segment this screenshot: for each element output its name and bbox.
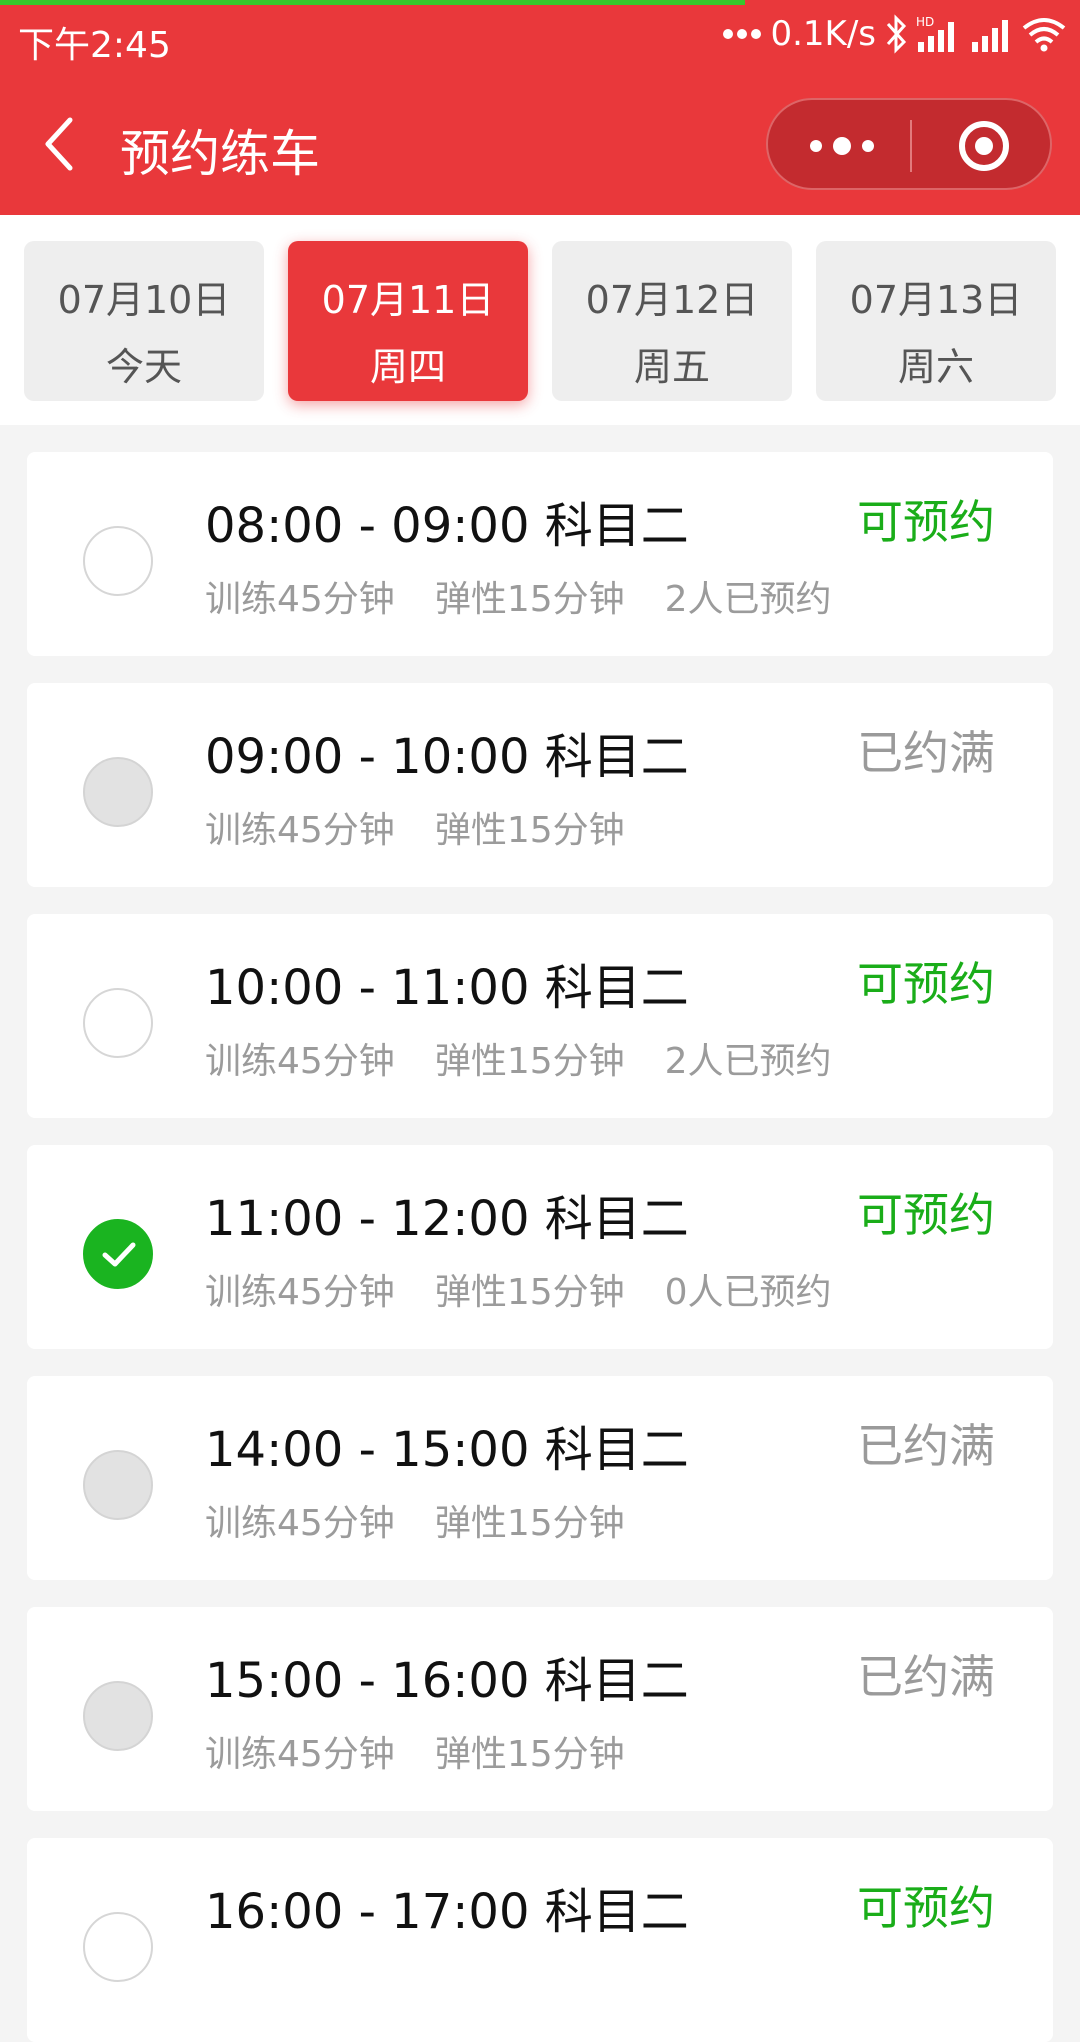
slot-status: 已约满: [857, 1419, 995, 1473]
slot-buffer: 弹性15分钟: [434, 1503, 625, 1544]
back-button[interactable]: [36, 110, 84, 178]
slot-time: 11:00 - 12:00 科目二: [205, 1191, 689, 1247]
mini-program-capsule: [766, 98, 1052, 190]
slot-buffer: 弹性15分钟: [434, 810, 625, 851]
slot-training: 训练45分钟: [205, 1272, 395, 1313]
date-label: 07月13日: [849, 278, 1023, 322]
slot-time: 16:00 - 17:00 科目二: [205, 1884, 689, 1940]
weekday-label: 周四: [369, 345, 446, 389]
date-tab-0711[interactable]: 07月11日 周四: [288, 241, 528, 401]
slot-status: 已约满: [857, 1650, 995, 1704]
slot-buffer: 弹性15分钟: [434, 1734, 625, 1775]
slot-booked: 0人已预约: [664, 1272, 832, 1313]
date-tab-0712[interactable]: 07月12日 周五: [552, 241, 792, 401]
date-label: 07月11日: [321, 278, 495, 322]
slot-training: 训练45分钟: [205, 1734, 395, 1775]
slot-time: 09:00 - 10:00 科目二: [205, 729, 689, 785]
status-bar: 下午2:45 0.1K/s HD: [0, 0, 1080, 74]
slot-buffer: 弹性15分钟: [434, 579, 625, 620]
slot-booked: 2人已预约: [664, 1041, 832, 1082]
time-slot-card[interactable]: 15:00 - 16:00 科目二 已约满 训练45分钟 弹性15分钟: [27, 1607, 1053, 1811]
bluetooth-icon: [886, 14, 907, 54]
status-time: 下午2:45: [18, 25, 171, 66]
date-tab-0713[interactable]: 07月13日 周六: [816, 241, 1056, 401]
time-slot-card[interactable]: 16:00 - 17:00 科目二 可预约: [27, 1838, 1053, 2042]
slot-training: 训练45分钟: [205, 1041, 395, 1082]
slot-status: 可预约: [857, 495, 995, 549]
weekday-label: 今天: [105, 345, 182, 389]
slot-buffer: 弹性15分钟: [434, 1272, 625, 1313]
hd-signal-icon: HD: [916, 15, 954, 52]
slot-radio: [83, 1681, 153, 1751]
date-selector: 07月10日 今天 07月11日 周四 07月12日 周五 07月13日 周六: [0, 215, 1080, 425]
slot-training: 训练45分钟: [205, 579, 395, 620]
time-slot-card[interactable]: 09:00 - 10:00 科目二 已约满 训练45分钟 弹性15分钟: [27, 683, 1053, 887]
slot-status: 可预约: [857, 957, 995, 1011]
more-notifications-icon: [723, 29, 762, 39]
slot-radio[interactable]: [83, 526, 153, 596]
wifi-icon: [1022, 18, 1066, 52]
slot-time: 14:00 - 15:00 科目二: [205, 1422, 689, 1478]
more-button[interactable]: [802, 124, 882, 168]
svg-text:HD: HD: [916, 15, 934, 29]
time-slot-card[interactable]: 08:00 - 09:00 科目二 可预约 训练45分钟 弹性15分钟 2人已预约: [27, 452, 1053, 656]
navigation-bar: 预约练车: [0, 74, 1080, 215]
close-button[interactable]: [958, 120, 1010, 172]
slot-radio[interactable]: [83, 1912, 153, 1982]
slot-training: 训练45分钟: [205, 810, 395, 851]
page-title: 预约练车: [120, 125, 320, 183]
slot-time: 08:00 - 09:00 科目二: [205, 498, 689, 554]
status-indicators: 0.1K/s HD: [722, 14, 1066, 54]
weekday-label: 周六: [897, 345, 974, 389]
capsule-divider: [910, 120, 912, 172]
slot-meta: 训练45分钟 弹性15分钟: [205, 801, 665, 853]
slot-radio: [83, 757, 153, 827]
app-header: 下午2:45 0.1K/s HD 预约练车: [0, 0, 1080, 215]
slot-radio: [83, 1450, 153, 1520]
slot-status: 可预约: [857, 1188, 995, 1242]
checkmark-icon: [102, 1242, 136, 1267]
signal-icon: [972, 20, 1008, 52]
slot-time: 10:00 - 11:00 科目二: [205, 960, 689, 1016]
slot-status: 可预约: [857, 1881, 995, 1935]
time-slot-card[interactable]: 10:00 - 11:00 科目二 可预约 训练45分钟 弹性15分钟 2人已预约: [27, 914, 1053, 1118]
slot-meta: 训练45分钟 弹性15分钟: [205, 1494, 665, 1546]
date-label: 07月12日: [585, 278, 759, 322]
slot-buffer: 弹性15分钟: [434, 1041, 625, 1082]
slot-booked: 2人已预约: [664, 579, 832, 620]
date-tab-0710[interactable]: 07月10日 今天: [24, 241, 264, 401]
slot-meta: 训练45分钟 弹性15分钟 2人已预约: [205, 1032, 872, 1084]
slot-status: 已约满: [857, 726, 995, 780]
weekday-label: 周五: [633, 345, 710, 389]
slot-meta: 训练45分钟 弹性15分钟: [205, 1725, 665, 1777]
page-load-progress-bar: [0, 0, 745, 5]
slot-radio[interactable]: [83, 988, 153, 1058]
time-slot-card[interactable]: 11:00 - 12:00 科目二 可预约 训练45分钟 弹性15分钟 0人已预约: [27, 1145, 1053, 1349]
back-chevron-icon: [45, 117, 73, 171]
slot-radio[interactable]: [83, 1219, 153, 1289]
slot-time: 15:00 - 16:00 科目二: [205, 1653, 689, 1709]
slot-meta: 训练45分钟 弹性15分钟 0人已预约: [205, 1263, 872, 1315]
close-target-icon: [959, 121, 1009, 171]
time-slot-card[interactable]: 14:00 - 15:00 科目二 已约满 训练45分钟 弹性15分钟: [27, 1376, 1053, 1580]
network-speed: 0.1K/s: [770, 14, 876, 54]
slot-meta: 训练45分钟 弹性15分钟 2人已预约: [205, 570, 872, 622]
date-label: 07月10日: [57, 278, 231, 322]
slot-training: 训练45分钟: [205, 1503, 395, 1544]
more-dots-icon: [810, 137, 874, 155]
